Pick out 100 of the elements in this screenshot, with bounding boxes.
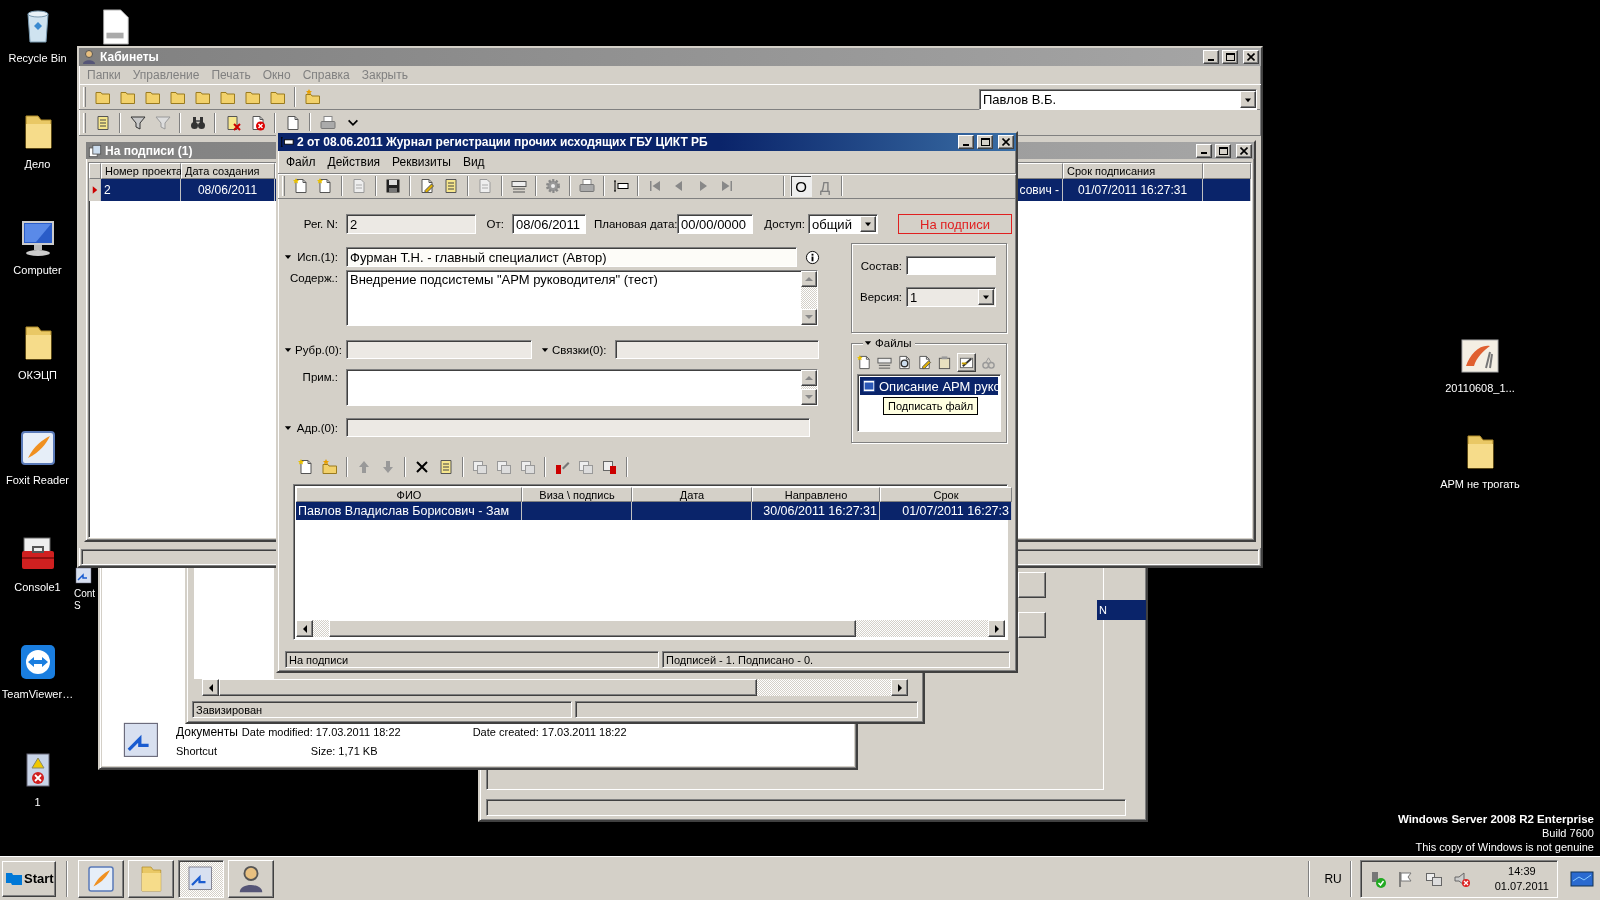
- clock-date[interactable]: 01.07.2011: [1494, 878, 1549, 894]
- column-header[interactable]: Виза \ подпись: [522, 487, 632, 502]
- sign-icon[interactable]: [554, 459, 570, 475]
- column-header[interactable]: Срок: [880, 487, 1012, 502]
- access-dropdown[interactable]: общий: [808, 214, 878, 234]
- new-group-icon[interactable]: [322, 459, 338, 475]
- registration-number-field[interactable]: 2: [346, 214, 476, 234]
- field-label: Версия:: [860, 291, 902, 303]
- text-field-icon[interactable]: [613, 178, 629, 194]
- file-name: Документы: [176, 725, 238, 739]
- picture-icon[interactable]: [1460, 336, 1500, 376]
- menu-item[interactable]: Реквизиты: [386, 155, 457, 169]
- field-label: Содерж.:: [288, 272, 338, 284]
- binoculars-icon[interactable]: [189, 114, 206, 131]
- composition-field[interactable]: [906, 256, 996, 275]
- window-icon: [280, 135, 294, 149]
- icon-label: ОКЭЦП: [18, 369, 57, 382]
- window-title: Кабинеты: [100, 50, 159, 64]
- column-header[interactable]: Номер проекта: [101, 163, 181, 179]
- table-cell: 30/06/2011 16:27:31: [752, 502, 880, 520]
- windows-logo-icon: [6, 870, 22, 887]
- printer-icon[interactable]: [579, 178, 595, 194]
- document-icon[interactable]: [443, 178, 459, 194]
- column-header[interactable]: Дата создания: [181, 163, 275, 179]
- menu-item[interactable]: Вид: [456, 155, 491, 169]
- document-icon[interactable]: [94, 114, 111, 131]
- column-header[interactable]: Направлено: [752, 487, 880, 502]
- remove-document-icon[interactable]: [249, 114, 266, 131]
- address-field[interactable]: [346, 418, 810, 437]
- field-label: От:: [485, 218, 504, 230]
- horizontal-scrollbar[interactable]: [296, 620, 1005, 637]
- icon-label: Computer: [13, 264, 62, 277]
- icon-label: Recycle Bin: [8, 52, 67, 65]
- date-created: Date created: 17.03.2011 18:22: [472, 726, 627, 738]
- executor-field[interactable]: Фурман Т.Н. - главный специалист (Автор): [346, 247, 797, 267]
- speaker-muted-icon[interactable]: [1452, 869, 1471, 888]
- gear-icon[interactable]: [545, 178, 561, 194]
- column-header[interactable]: ФИО: [296, 487, 522, 502]
- horizontal-scrollbar[interactable]: [202, 679, 908, 696]
- version-dropdown[interactable]: 1: [906, 287, 996, 307]
- clock-time[interactable]: 14:39: [1508, 863, 1536, 879]
- menu-item[interactable]: Действия: [321, 155, 387, 169]
- new-folder-icon[interactable]: [304, 89, 321, 105]
- sign-file-button[interactable]: [957, 352, 976, 372]
- language-indicator[interactable]: RU: [1324, 871, 1342, 886]
- close-button[interactable]: [998, 135, 1014, 149]
- document-icon[interactable]: [438, 459, 454, 475]
- maximize-button[interactable]: [977, 135, 993, 149]
- taskbar-button[interactable]: [178, 859, 224, 898]
- file-size: Size: 1,71 KB: [309, 745, 379, 757]
- new-document-icon[interactable]: [293, 178, 309, 194]
- delete-document-icon[interactable]: [224, 114, 241, 131]
- filter-icon[interactable]: [129, 114, 146, 131]
- table-cell: 2: [101, 179, 181, 201]
- document-icon[interactable]: [284, 114, 301, 131]
- scroll-left-arrow-icon[interactable]: [302, 624, 307, 633]
- flag-icon[interactable]: [1396, 869, 1415, 888]
- table-cell: 01/07/2011 16:27:31: [1063, 179, 1203, 201]
- scanner-icon[interactable]: [511, 178, 527, 194]
- shortcut-icon[interactable]: [74, 566, 94, 586]
- edit-document-icon[interactable]: [419, 178, 435, 194]
- rubric-field[interactable]: [346, 340, 532, 359]
- edit-file-icon[interactable]: [917, 354, 932, 370]
- preview-file-icon[interactable]: [897, 354, 912, 370]
- links-field[interactable]: [614, 340, 819, 359]
- delete-icon[interactable]: [414, 459, 430, 475]
- side-button[interactable]: [1018, 612, 1046, 638]
- info-icon[interactable]: [805, 249, 820, 265]
- scroll-left-arrow-icon[interactable]: [208, 683, 213, 692]
- window-title: На подписи (1): [105, 143, 193, 158]
- date-field[interactable]: 08/06/2011: [512, 214, 586, 234]
- maximize-glyph-icon: [1218, 146, 1228, 155]
- new-document-icon[interactable]: [317, 178, 333, 194]
- new-file-icon[interactable]: [857, 354, 872, 370]
- printer-icon[interactable]: [319, 114, 336, 131]
- start-button[interactable]: Start: [2, 860, 56, 897]
- show-desktop-icon[interactable]: [1570, 868, 1594, 889]
- close-glyph-icon: [1240, 146, 1248, 155]
- menu-item[interactable]: Файл: [280, 155, 322, 169]
- new-row-icon[interactable]: [298, 459, 314, 475]
- planned-date-field[interactable]: 00/00/0000: [677, 214, 753, 234]
- close-glyph-icon: [1002, 138, 1010, 146]
- window-icon: [88, 143, 102, 158]
- icon-label: Foxit Reader: [6, 474, 69, 487]
- paste-icon[interactable]: [937, 354, 952, 370]
- user-dropdown[interactable]: Павлов В.Б.: [979, 89, 1257, 110]
- side-button[interactable]: [1018, 572, 1046, 598]
- file-type: Shortcut: [176, 745, 218, 757]
- field-label: Доступ:: [763, 218, 805, 230]
- scroll-right-arrow-icon[interactable]: [897, 683, 902, 692]
- toggle-button[interactable]: О: [790, 175, 812, 197]
- minimize-button[interactable]: [958, 135, 974, 149]
- column-header[interactable]: Срок подписания: [1063, 163, 1203, 179]
- scroll-right-arrow-icon[interactable]: [994, 624, 999, 633]
- selected-row[interactable]: N: [1097, 600, 1146, 620]
- table-cell: 01/07/2011 16:27:3: [880, 502, 1012, 520]
- maximize-glyph-icon: [1225, 53, 1235, 61]
- save-icon[interactable]: [385, 178, 401, 194]
- column-header[interactable]: Дата: [632, 487, 752, 502]
- icon-label: Дело: [24, 158, 51, 171]
